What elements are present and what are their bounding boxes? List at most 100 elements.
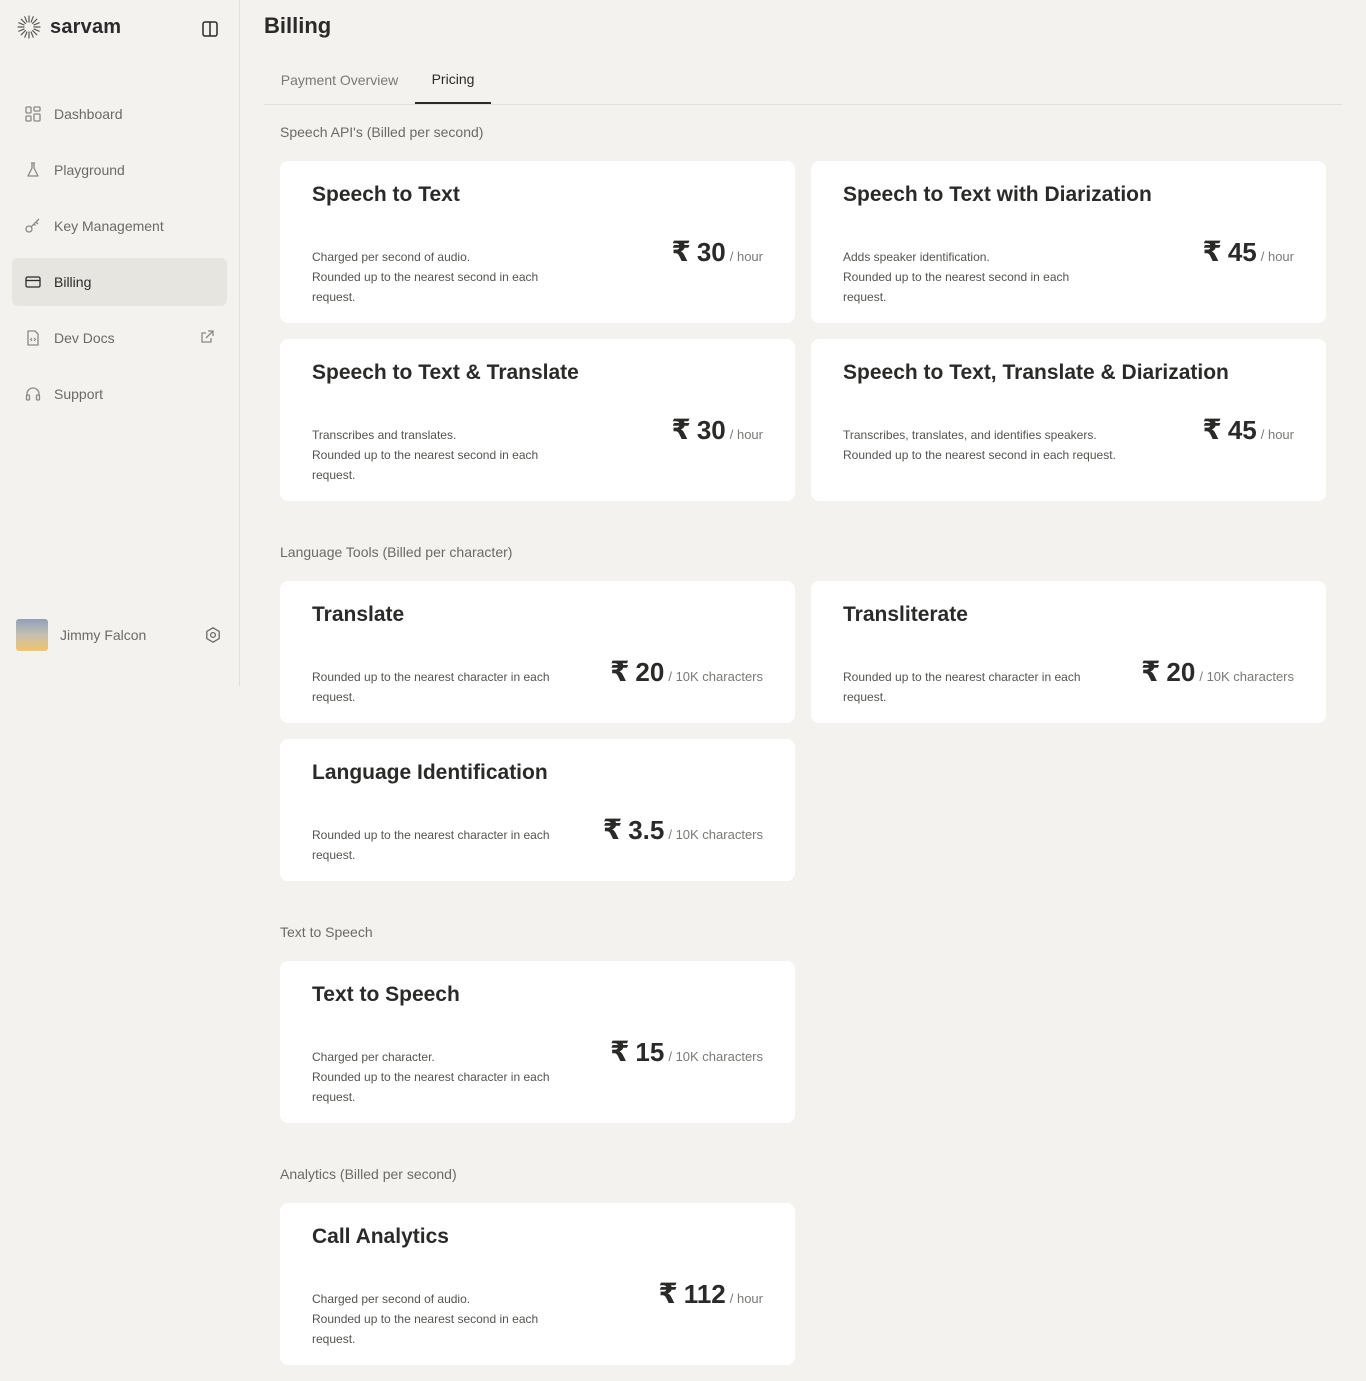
rupee-icon: ₹ [1140,656,1161,687]
rupee-icon: ₹ [602,814,623,845]
price-unit: / hour [729,249,763,264]
headset-icon [25,387,41,401]
code-file-icon [27,330,39,346]
price-amount: 30 [696,237,726,267]
card-price: ₹ 20 / 10K characters [610,655,763,688]
sidebar-item-label: Dev Docs [54,330,115,346]
brand-name: sarvam [50,15,122,38]
card-title: Speech to Text, Translate & Diarization [843,361,1229,384]
card-description-line: Rounded up to the nearest second in each… [312,270,539,304]
avatar [16,619,48,651]
card-price: ₹ 15 / 10K characters [610,1035,763,1068]
sidebar-item-billing[interactable]: Billing [12,258,227,306]
sidebar-item-label: Dashboard [54,106,123,122]
price-unit: / 10K characters [668,1049,763,1064]
pricing-card: Speech to Text, Translate & Diarization … [811,339,1326,501]
card-title: Transliterate [843,603,968,626]
brand[interactable]: sarvam [16,14,121,40]
card-description: Rounded up to the nearest character in e… [843,667,1101,707]
card-title: Translate [312,603,405,626]
pricing-card: Translate Rounded up to the nearest char… [280,581,795,723]
card-price: ₹ 30 / hour [671,413,763,446]
card-price: ₹ 45 / hour [1202,235,1294,268]
rupee-icon: ₹ [1202,414,1222,445]
sidebar-item-playground[interactable]: Playground [12,146,227,194]
price-unit: / hour [1260,427,1294,442]
card-price: ₹ 20 / 10K characters [1141,655,1294,688]
price-amount: 45 [1227,237,1257,267]
price-amount: 30 [696,415,726,445]
external-link-icon [201,330,214,343]
pricing-card: Transliterate Rounded up to the nearest … [811,581,1326,723]
page-title: Billing [264,13,332,38]
card-description-line: Rounded up to the nearest second in each… [312,1312,539,1346]
pricing-card: Speech to Text Charged per second of aud… [280,161,795,323]
card-description-line: Charged per second of audio. [312,250,471,264]
card-description: Transcribes and translates. Rounded up t… [312,425,574,485]
price-amount: 3.5 [628,815,665,845]
sidebar-nav: Dashboard Playground Key Management Bill… [12,90,227,426]
pricing-card: Speech to Text & Translate Transcribes a… [280,339,795,501]
price-amount: 15 [635,1037,665,1067]
sidebar: sarvam Dashboard Playground Key Manageme… [0,0,240,686]
sidebar-item-dashboard[interactable]: Dashboard [12,90,227,138]
rupee-icon: ₹ [609,656,630,687]
card-description: Charged per second of audio. Rounded up … [312,1289,574,1349]
flask-icon [27,162,39,177]
price-amount: 112 [683,1279,726,1309]
sidebar-item-key-management[interactable]: Key Management [12,202,227,250]
card-description-line: Rounded up to the nearest character in e… [312,670,550,704]
billing-tabs: Payment Overview Pricing [264,56,1342,105]
card-description-line: Rounded up to the nearest character in e… [312,828,550,862]
card-description-line: Rounded up to the nearest character in e… [312,1070,550,1104]
user-name: Jimmy Falcon [60,627,147,643]
settings-icon[interactable] [204,626,222,644]
rupee-icon: ₹ [671,236,691,267]
card-price: ₹ 3.5 / 10K characters [603,813,763,846]
sidebar-item-label: Support [54,386,104,402]
key-icon [25,218,40,233]
rupee-icon: ₹ [671,414,691,445]
card-description: Rounded up to the nearest character in e… [312,667,570,707]
section-title-speech: Speech API's (Billed per second) [280,124,484,140]
pricing-card: Call Analytics Charged per second of aud… [280,1203,795,1365]
rupee-icon: ₹ [1202,236,1222,267]
price-amount: 20 [1166,657,1196,687]
pricing-card: Speech to Text with Diarization Adds spe… [811,161,1326,323]
sidebar-item-dev-docs[interactable]: Dev Docs [12,314,227,362]
sidebar-toggle-icon[interactable] [200,19,220,39]
card-title: Text to Speech [312,983,460,1006]
price-amount: 20 [635,657,665,687]
card-description-line: Transcribes and translates. [312,428,457,442]
card-description-line: Rounded up to the nearest second in each… [312,448,539,482]
rupee-icon: ₹ [658,1278,678,1309]
card-description: Charged per character. Rounded up to the… [312,1047,570,1107]
card-title: Speech to Text with Diarization [843,183,1152,206]
tab-pricing[interactable]: Pricing [415,56,491,104]
card-description: Transcribes, translates, and identifies … [843,425,1118,465]
card-description-line: Rounded up to the nearest second in each… [843,270,1070,304]
card-title: Speech to Text & Translate [312,361,579,384]
card-description-line: Adds speaker identification. [843,250,990,264]
card-description-line: Transcribes, translates, and identifies … [843,428,1097,442]
sidebar-item-label: Playground [54,162,125,178]
tab-payment-overview[interactable]: Payment Overview [264,56,415,104]
rupee-icon: ₹ [609,1036,630,1067]
card-title: Call Analytics [312,1225,449,1248]
user-profile[interactable]: Jimmy Falcon [16,618,224,652]
card-description: Charged per second of audio. Rounded up … [312,247,574,307]
card-price: ₹ 30 / hour [671,235,763,268]
card-description: Adds speaker identification. Rounded up … [843,247,1105,307]
card-title: Speech to Text [312,183,460,206]
card-title: Language Identification [312,761,548,784]
pricing-card: Language Identification Rounded up to th… [280,739,795,881]
sidebar-item-label: Key Management [54,218,164,234]
section-title-analytics: Analytics (Billed per second) [280,1166,457,1182]
price-unit: / 10K characters [668,669,763,684]
card-description-line: Rounded up to the nearest second in each… [843,448,1116,462]
sidebar-item-support[interactable]: Support [12,370,227,418]
sidebar-item-label: Billing [54,274,92,290]
card-price: ₹ 45 / hour [1202,413,1294,446]
sarvam-logo-icon [17,15,41,39]
card-description: Rounded up to the nearest character in e… [312,825,570,865]
